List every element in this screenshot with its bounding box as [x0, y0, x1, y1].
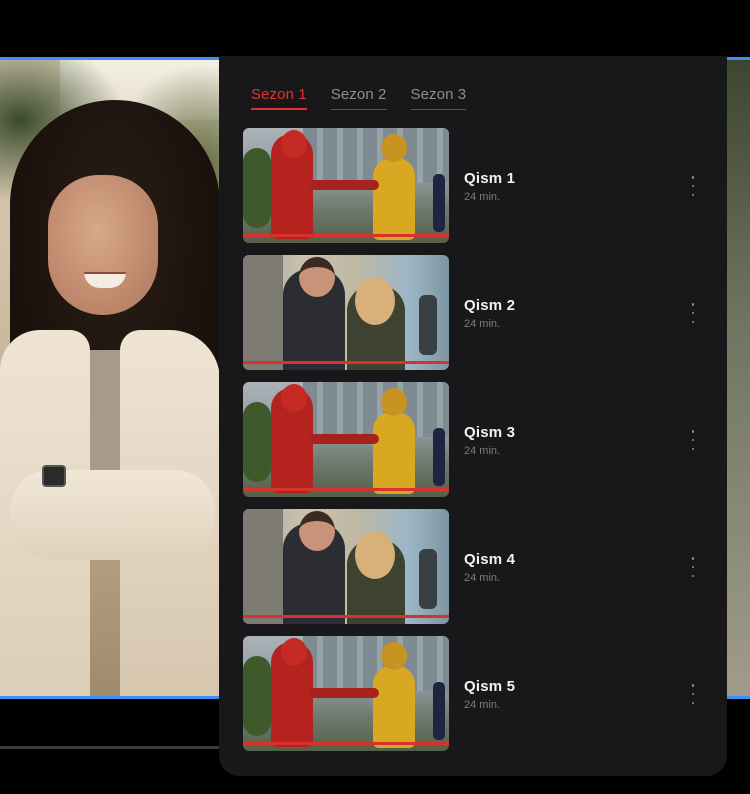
thumb-fist-bump — [309, 180, 379, 190]
video-person-face — [48, 175, 158, 315]
episode-info: Qism 5 24 min. — [464, 678, 515, 711]
thumb-fist-bump — [309, 688, 379, 698]
episode-duration: 24 min. — [464, 318, 501, 330]
episode-title: Qism 1 — [464, 170, 516, 187]
thumb-yellow-hero — [373, 158, 415, 240]
tab-season-1[interactable]: Sezon 1 — [251, 86, 307, 110]
thumb-background-person — [419, 295, 437, 355]
watch-progress-bar — [243, 488, 449, 491]
thumb-yellow-hero — [373, 666, 415, 748]
episode-duration: 24 min. — [464, 699, 501, 711]
episode-info: Qism 2 24 min. — [464, 297, 515, 330]
watch-progress-bar — [243, 742, 449, 745]
watch-progress-bar — [243, 615, 449, 618]
more-vertical-icon[interactable] — [685, 303, 701, 323]
episode-item-1[interactable]: Qism 1 24 min. — [243, 128, 713, 243]
thumb-red-hero-head — [281, 638, 307, 666]
thumb-yellow-hero-head — [381, 642, 407, 670]
video-person-arms — [10, 470, 215, 560]
player-progress-track[interactable] — [0, 746, 225, 749]
episode-title: Qism 4 — [464, 551, 516, 568]
thumb-fist-bump — [309, 434, 379, 444]
watch-progress-bar — [243, 361, 449, 364]
episode-title: Qism 5 — [464, 678, 516, 695]
episode-thumbnail[interactable] — [243, 636, 449, 751]
episode-duration: 24 min. — [464, 572, 501, 584]
episode-info: Qism 4 24 min. — [464, 551, 515, 584]
episode-title: Qism 2 — [464, 297, 516, 314]
episode-duration: 24 min. — [464, 445, 501, 457]
thumb-red-hero-head — [281, 130, 307, 158]
episode-item-3[interactable]: Qism 3 24 min. — [243, 382, 713, 497]
tab-season-2[interactable]: Sezon 2 — [330, 86, 387, 110]
episode-item-4[interactable]: Qism 4 24 min. — [243, 509, 713, 624]
episode-item-2[interactable]: Qism 2 24 min. — [243, 255, 713, 370]
thumb-yellow-hero-head — [381, 388, 407, 416]
more-vertical-icon[interactable] — [685, 684, 701, 704]
episode-duration: 24 min. — [464, 191, 501, 203]
thumb-background-person — [419, 549, 437, 609]
thumb-man-head — [299, 511, 335, 551]
tab-season-3[interactable]: Sezon 3 — [410, 86, 467, 110]
thumb-bystander — [433, 682, 445, 740]
episode-info: Qism 1 24 min. — [464, 170, 515, 203]
thumb-bystander — [433, 428, 445, 486]
episode-thumbnail[interactable] — [243, 255, 449, 370]
episode-thumbnail[interactable] — [243, 128, 449, 243]
thumb-wall — [243, 255, 283, 370]
thumb-tree — [243, 402, 271, 482]
thumb-yellow-hero — [373, 412, 415, 494]
thumb-red-hero-head — [281, 384, 307, 412]
thumb-tree — [243, 656, 271, 736]
thumb-woman-head — [355, 531, 395, 579]
thumb-man-head — [299, 257, 335, 297]
thumb-woman-head — [355, 277, 395, 325]
episode-thumbnail[interactable] — [243, 509, 449, 624]
season-tabs: Sezon 1 Sezon 2 Sezon 3 — [251, 86, 467, 110]
more-vertical-icon[interactable] — [685, 430, 701, 450]
episode-item-5[interactable]: Qism 5 24 min. — [243, 636, 713, 751]
more-vertical-icon[interactable] — [685, 557, 701, 577]
episode-title: Qism 3 — [464, 424, 516, 441]
video-person-watch — [42, 465, 66, 487]
more-vertical-icon[interactable] — [685, 176, 701, 196]
thumb-yellow-hero-head — [381, 134, 407, 162]
watch-progress-bar — [243, 234, 449, 237]
thumb-wall — [243, 509, 283, 624]
episodes-panel: Sezon 1 Sezon 2 Sezon 3 Qism 1 24 min. Q… — [219, 56, 727, 776]
episode-thumbnail[interactable] — [243, 382, 449, 497]
episode-info: Qism 3 24 min. — [464, 424, 515, 457]
thumb-bystander — [433, 174, 445, 232]
episode-list: Qism 1 24 min. Qism 2 24 min. Qism 3 24 … — [243, 128, 713, 763]
thumb-tree — [243, 148, 271, 228]
